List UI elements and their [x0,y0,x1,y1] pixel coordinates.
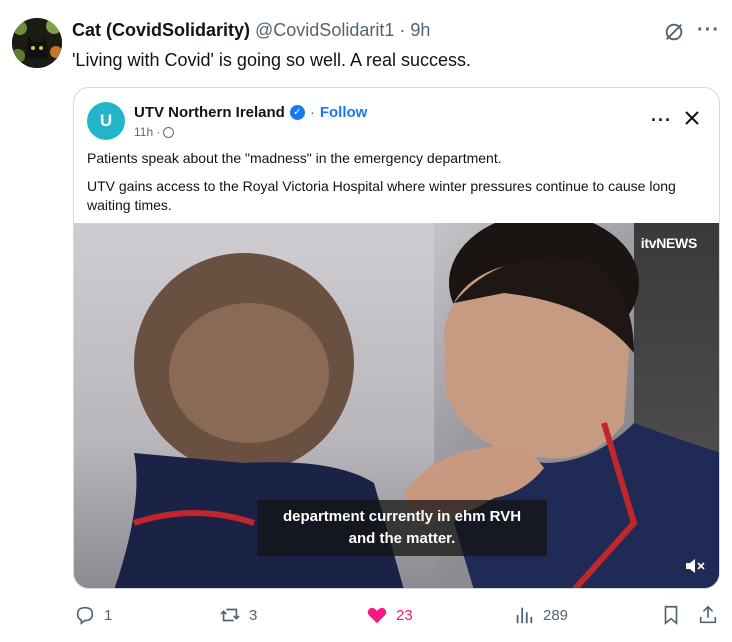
repost-button[interactable]: 3 [219,604,257,626]
tweet-header: Cat (CovidSolidarity) @CovidSolidarit1 ·… [72,20,430,41]
more-icon[interactable]: ··· [697,19,720,42]
utv-logo[interactable]: U [87,102,125,140]
separator: · [399,20,406,40]
page-name[interactable]: UTV Northern Ireland [134,104,285,121]
like-button[interactable]: 23 [366,604,413,626]
globe-icon [163,126,175,138]
reply-icon [76,606,94,625]
avatar-cat-image [12,18,62,68]
embed-text-line2: UTV gains access to the Royal Victoria H… [87,178,676,213]
utv-logo-text: U [99,111,113,130]
close-icon[interactable] [684,110,700,126]
verified-icon: ✓ [289,105,305,120]
embed-time-text[interactable]: 11h · [134,125,160,139]
itv-news-watermark: itvNEWS [640,235,698,251]
caption-line1: department currently in ehm RVH [282,508,522,525]
mute-icon[interactable] [684,557,706,575]
repost-count: 3 [249,606,258,624]
embedded-post-card[interactable]: U UTV Northern Ireland ✓ · Follow 11h · … [73,87,720,589]
more-icon[interactable]: ··· [651,110,672,131]
views-icon [516,607,533,624]
embed-header: UTV Northern Ireland ✓ · Follow [134,104,367,121]
reply-button[interactable]: 1 [74,604,112,626]
share-icon [699,605,717,624]
video-caption: department currently in ehm RVH and the … [257,500,547,556]
repost-icon [220,608,240,622]
follow-button[interactable]: Follow [320,104,368,121]
separator: · [309,104,315,121]
avatar[interactable] [12,18,62,68]
video-player[interactable]: itvNEWS department currently in ehm RVH … [74,223,719,588]
share-button[interactable] [697,604,719,626]
author-name[interactable]: Cat (CovidSolidarity) [72,20,250,41]
tweet-text: 'Living with Covid' is going so well. A … [72,50,472,70]
tweet-time[interactable]: 9h [410,20,430,41]
bookmark-button[interactable] [660,604,682,626]
caption-line2: and the matter. [348,530,456,547]
reply-count: 1 [104,606,113,624]
views-button[interactable]: 289 [513,604,568,626]
like-count: 23 [396,606,413,624]
embed-text-line1: Patients speak about the "madness" in th… [87,150,502,166]
bookmark-icon [664,605,678,626]
author-handle[interactable]: @CovidSolidarit1 [255,20,394,41]
embed-time: 11h · [134,125,175,139]
action-bar: 1 3 23 289 [0,604,732,634]
views-count: 289 [543,606,569,624]
heart-icon [367,607,387,624]
grok-icon[interactable] [663,21,685,43]
